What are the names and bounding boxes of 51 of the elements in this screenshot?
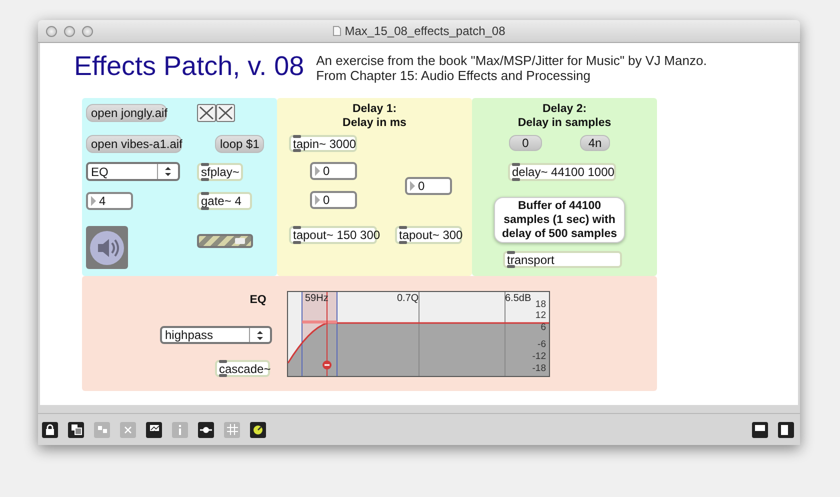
lock-icon[interactable] — [42, 422, 58, 438]
axis-tick-label: -6 — [538, 339, 546, 350]
object-box[interactable]: tapin~ 3000 — [289, 135, 357, 152]
patch-description: An exercise from the book "Max/MSP/Jitter for Music" by VJ Manzo. From Chapter 15: Audio Effects and Processing — [316, 52, 707, 83]
patchcord-icon[interactable] — [198, 422, 214, 438]
comment-bubble: Buffer of 44100 samples (1 sec) with delay of 500 samples — [494, 197, 625, 243]
section-heading: Delay 1: Delay in ms — [342, 102, 408, 130]
presentation-icon[interactable] — [146, 422, 162, 438]
object-box[interactable]: cascade~ — [215, 360, 270, 377]
number-box[interactable]: 0 — [405, 177, 452, 195]
axis-tick-label: 6 — [540, 322, 546, 333]
graph-label: 6.5dB — [505, 293, 532, 304]
axis-tick-label: 12 — [535, 310, 546, 321]
axis-tick-label: 18 — [535, 299, 546, 310]
message-box[interactable]: open vibes-a1.aif — [86, 135, 182, 153]
minimize-button[interactable] — [64, 26, 75, 36]
stepper-arrows-icon — [164, 166, 172, 177]
message-box[interactable]: 0 — [509, 135, 542, 151]
dropdown-menu[interactable]: highpass — [160, 326, 272, 344]
zoom-button[interactable] — [82, 26, 93, 36]
copy-icon[interactable] — [68, 422, 84, 438]
section-heading: Delay 2: Delay in samples — [516, 102, 612, 130]
section-heading: EQ — [248, 293, 268, 307]
playbar[interactable] — [197, 234, 253, 248]
patch-title: Effects Patch, v. 08 — [74, 51, 304, 81]
number-box[interactable]: 4 — [86, 192, 133, 210]
message-box[interactable]: open jongly.aif — [86, 104, 167, 122]
split-bottom-icon[interactable] — [752, 422, 768, 438]
graph-label: 0.7Q — [397, 293, 419, 304]
toggle[interactable] — [197, 104, 216, 122]
number-box[interactable]: 0 — [310, 191, 357, 209]
axis-tick-label: -18 — [532, 363, 546, 374]
close-button[interactable] — [46, 26, 57, 36]
split-right-icon[interactable] — [778, 422, 794, 438]
filter-curve-drawing[interactable] — [287, 291, 550, 377]
message-box[interactable]: 4n — [580, 135, 610, 151]
stepper-arrows-icon — [256, 330, 264, 340]
document-icon — [332, 26, 341, 36]
object-box[interactable]: delay~ 44100 1000 — [508, 163, 616, 181]
toggle[interactable] — [216, 104, 235, 122]
axis-tick-label: -12 — [532, 351, 546, 362]
window-title: Max_15_08_effects_patch_08 — [344, 24, 506, 38]
object-box[interactable]: sfplay~ — [197, 163, 243, 181]
speaker-button[interactable] — [86, 226, 128, 269]
object-box[interactable]: gate~ 4 — [197, 192, 252, 210]
dropdown-menu[interactable]: EQ — [86, 162, 180, 181]
message-box[interactable]: loop $1 — [215, 135, 264, 153]
object-box[interactable]: transport — [503, 251, 622, 268]
number-box[interactable]: 0 — [310, 162, 357, 180]
object-box[interactable]: tapout~ 300 — [395, 226, 462, 244]
object-box[interactable]: tapout~ 150 300 — [289, 226, 377, 244]
